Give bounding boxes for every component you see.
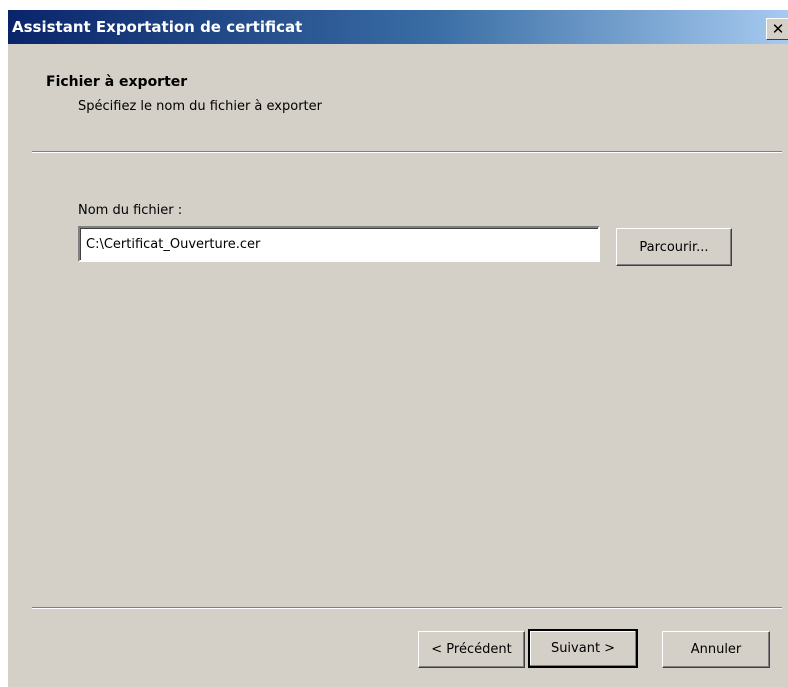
window-title: Assistant Exportation de certificat [12, 18, 303, 36]
filename-label: Nom du fichier : [78, 203, 183, 218]
previous-button[interactable]: < Précédent [418, 631, 525, 668]
filename-input[interactable] [78, 226, 600, 262]
page-title: Fichier à exporter [46, 74, 188, 90]
browse-button[interactable]: Parcourir... [616, 228, 732, 266]
cancel-button[interactable]: Annuler [662, 631, 770, 668]
close-button[interactable]: ✕ [766, 18, 788, 40]
page-subtitle: Spécifiez le nom du fichier à exporter [78, 99, 322, 114]
export-wizard-dialog: Assistant Exportation de certificat ✕ Fi… [8, 10, 788, 687]
title-bar[interactable]: Assistant Exportation de certificat ✕ [8, 10, 788, 44]
next-button[interactable]: Suivant > [528, 629, 638, 668]
header-divider [32, 151, 782, 153]
footer-divider [32, 607, 782, 609]
close-icon: ✕ [771, 20, 785, 38]
